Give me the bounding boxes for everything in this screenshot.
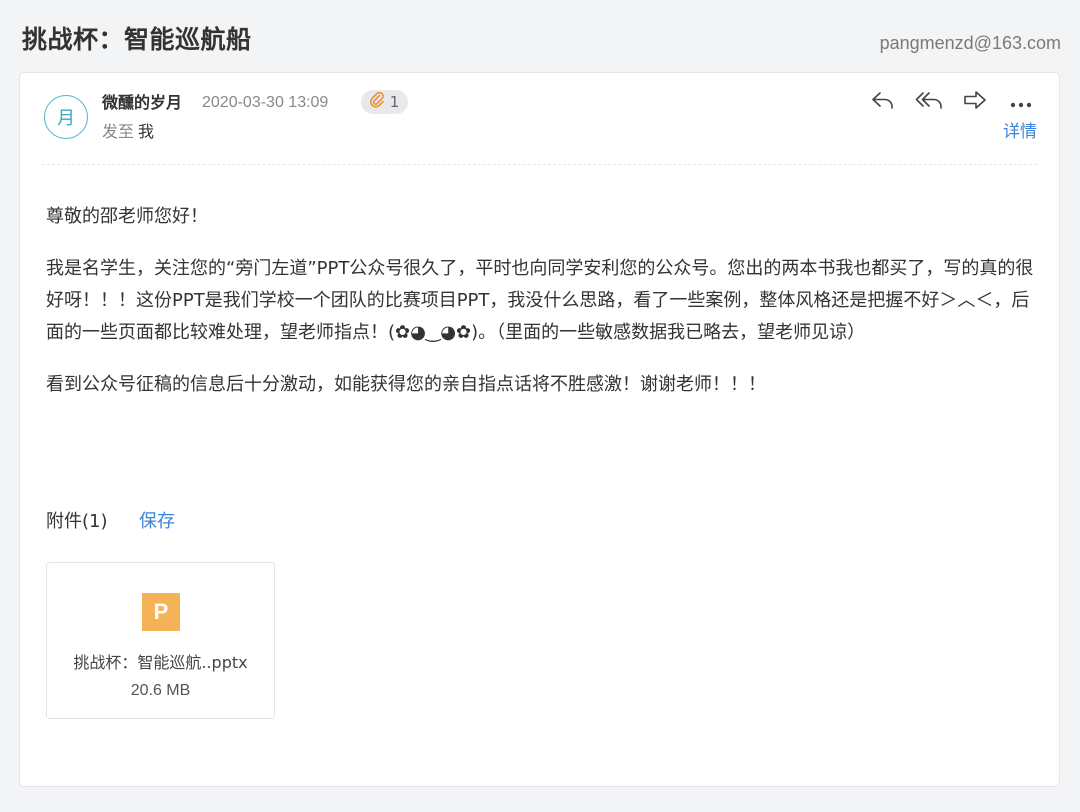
reply-all-button[interactable]: [913, 88, 945, 116]
forward-icon: [962, 89, 988, 115]
to-label: 发至: [102, 122, 135, 141]
attachments-heading: 附件(1): [46, 511, 108, 532]
more-icon: [1010, 93, 1032, 112]
account-email: pangmenzd@163.com: [879, 33, 1061, 53]
message-body: 尊敬的邵老师您好！ 我是名学生，关注您的“旁门左道”PPT公众号很久了，平时也向…: [46, 201, 1036, 421]
recipient-name[interactable]: 我: [138, 122, 154, 141]
attachment-file-name: 挑战杯：智能巡航..pptx: [73, 653, 248, 672]
body-paragraph: 尊敬的邵老师您好！: [46, 206, 208, 227]
reply-all-icon: [915, 89, 943, 115]
mail-subject: 挑战杯：智能巡航船: [22, 25, 252, 54]
details-link[interactable]: 详情: [1003, 120, 1037, 144]
header-divider: [42, 164, 1037, 165]
message-actions: [867, 88, 1037, 116]
ppt-file-icon: P: [142, 593, 180, 631]
body-paragraph: 我是名学生，关注您的“旁门左道”PPT公众号很久了，平时也向同学安利您的公众号。…: [46, 258, 1034, 343]
forward-button[interactable]: [959, 88, 991, 116]
paperclip-icon: [369, 91, 384, 112]
sender-name[interactable]: 微醺的岁月: [102, 91, 182, 115]
attachment-count: 1: [389, 93, 400, 111]
reply-icon: [871, 89, 895, 115]
recipient-line: 发至我: [102, 120, 154, 144]
attachment-file-card[interactable]: P 挑战杯：智能巡航..pptx 20.6 MB: [46, 562, 275, 719]
reply-button[interactable]: [867, 88, 899, 116]
sent-date: 2020-03-30 13:09: [202, 94, 329, 111]
more-button[interactable]: [1005, 88, 1037, 116]
body-paragraph: 看到公众号征稿的信息后十分激动，如能获得您的亲自指点话将不胜感激！谢谢老师！！！: [46, 374, 766, 395]
save-attachments-link[interactable]: 保存: [139, 507, 175, 537]
attachment-file-size: 20.6 MB: [130, 682, 191, 699]
attachment-badge[interactable]: 1: [361, 90, 408, 114]
avatar[interactable]: 月: [44, 95, 88, 139]
mail-card: 月 微醺的岁月 2020-03-30 13:09 1 发至我 详情 尊敬的邵老师…: [19, 72, 1060, 787]
